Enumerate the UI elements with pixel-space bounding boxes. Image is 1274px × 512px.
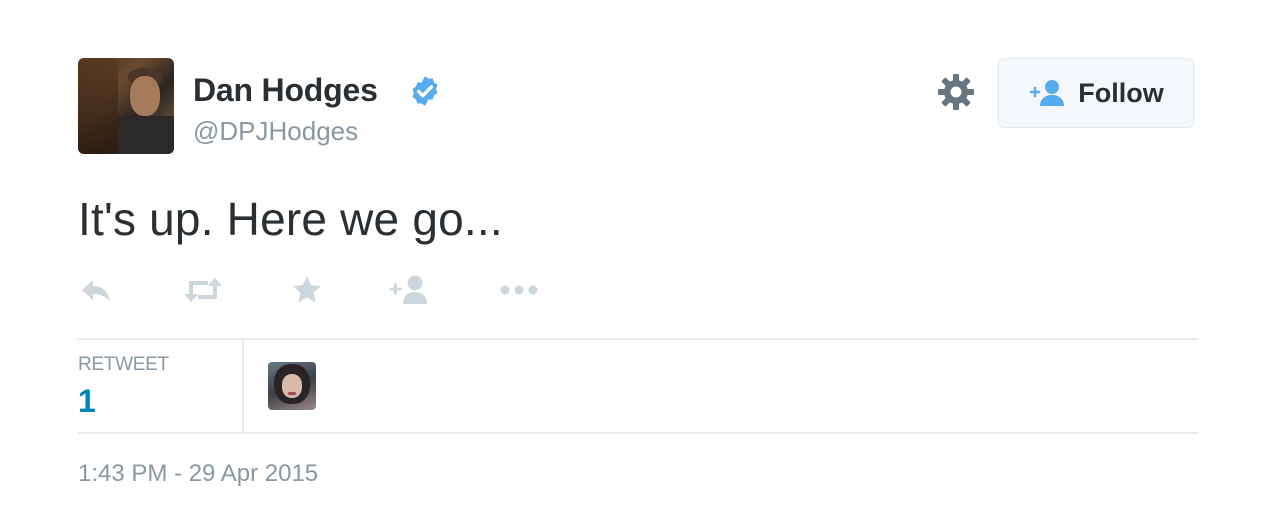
follow-user-icon — [1029, 80, 1065, 106]
tweet-card: Dan Hodges @DPJHodges Follow It's up. He… — [78, 58, 1198, 498]
more-icon[interactable] — [498, 274, 540, 306]
follow-button[interactable]: Follow — [998, 58, 1194, 128]
retweeter-avatar[interactable] — [268, 362, 316, 410]
retweet-label: RETWEET — [78, 354, 169, 375]
follow-icon[interactable] — [389, 274, 431, 306]
gear-icon[interactable] — [936, 72, 976, 112]
avatar-shade — [78, 58, 118, 154]
retweet-count[interactable]: 1 — [78, 383, 96, 420]
tweet-timestamp[interactable]: 1:43 PM - 29 Apr 2015 — [78, 460, 318, 488]
retweet-icon[interactable] — [182, 274, 224, 306]
verified-badge-icon — [412, 76, 438, 106]
retweeter-avatar-lips — [288, 392, 296, 395]
avatar-face — [130, 76, 160, 116]
author-handle[interactable]: @DPJHodges — [193, 116, 358, 147]
stats-separator — [242, 340, 244, 433]
author-name[interactable]: Dan Hodges — [193, 72, 378, 109]
favorite-icon[interactable] — [291, 274, 323, 306]
stats-divider-bottom — [78, 432, 1198, 434]
reply-icon[interactable] — [78, 274, 114, 306]
avatar-coat — [118, 116, 174, 154]
tweet-text: It's up. Here we go... — [78, 193, 503, 245]
follow-button-label: Follow — [1078, 77, 1164, 108]
tweet-actions — [78, 274, 578, 306]
stats-divider-top — [78, 338, 1198, 340]
author-avatar[interactable] — [78, 58, 174, 154]
